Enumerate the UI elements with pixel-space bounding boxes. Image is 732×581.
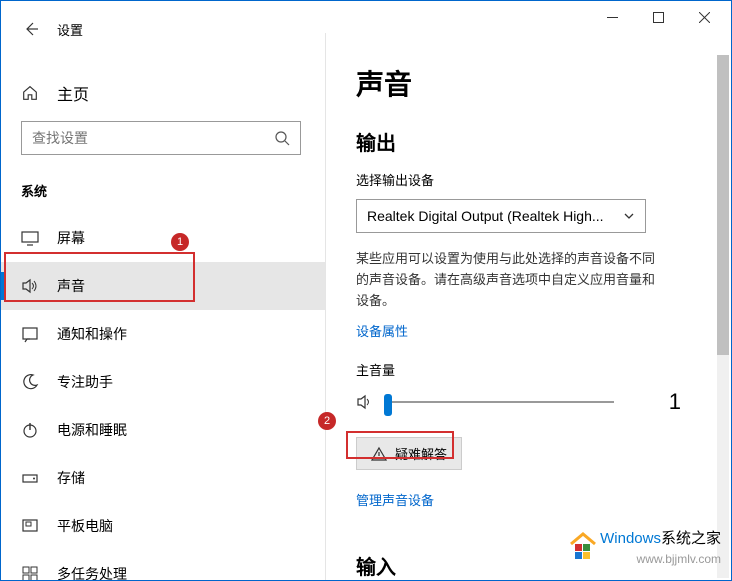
- volume-icon[interactable]: [356, 393, 374, 411]
- chevron-down-icon: [623, 210, 635, 222]
- watermark-logo-icon: [565, 526, 601, 562]
- watermark-url: www.bjjmlv.com: [637, 552, 721, 566]
- output-device-value: Realtek Digital Output (Realtek High...: [367, 208, 604, 224]
- output-description: 某些应用可以设置为使用与此处选择的声音设备不同的声音设备。请在高级声音选项中自定…: [356, 249, 656, 311]
- power-icon: [21, 421, 39, 439]
- slider-thumb[interactable]: [384, 394, 392, 416]
- sidebar-item-label: 电源和睡眠: [57, 420, 127, 440]
- search-icon: [274, 130, 290, 146]
- troubleshoot-label: 疑难解答: [395, 444, 447, 463]
- output-heading: 输出: [356, 127, 691, 156]
- focus-icon: [21, 373, 39, 391]
- minimize-icon: [607, 12, 618, 23]
- storage-icon: [21, 469, 39, 487]
- main-content: 声音 输出 选择输出设备 Realtek Digital Output (Rea…: [326, 33, 731, 580]
- sidebar-item-label: 存储: [57, 468, 85, 488]
- volume-slider[interactable]: [384, 401, 614, 403]
- watermark-brand-1: Windows: [600, 530, 661, 547]
- warning-icon: [371, 446, 387, 462]
- notifications-icon: [21, 325, 39, 343]
- watermark-brand-2: 系统之家: [661, 530, 721, 547]
- tablet-icon: [21, 517, 39, 535]
- sidebar-item-sound[interactable]: 声音: [1, 262, 325, 310]
- home-icon: [21, 84, 39, 102]
- sidebar-item-storage[interactable]: 存储: [1, 454, 325, 502]
- watermark-brand: Windows系统之家: [600, 527, 721, 548]
- sound-icon: [21, 277, 39, 295]
- minimize-button[interactable]: [589, 2, 635, 32]
- page-title: 声音: [356, 63, 691, 103]
- titlebar: [1, 1, 731, 33]
- annotation-badge-2: 2: [318, 412, 336, 430]
- window-controls: [589, 2, 727, 32]
- device-properties-link[interactable]: 设备属性: [356, 321, 408, 340]
- sidebar-item-label: 屏幕: [57, 228, 85, 248]
- search-container: [21, 121, 305, 155]
- sidebar-item-label: 平板电脑: [57, 516, 113, 536]
- nav-list: 屏幕 声音 通知和操作 专注助手 电源和睡眠: [1, 214, 325, 580]
- sidebar-item-tablet[interactable]: 平板电脑: [1, 502, 325, 550]
- volume-row: 1: [356, 389, 691, 415]
- settings-window: 设置 主页 系统: [0, 0, 732, 581]
- sidebar-item-label: 专注助手: [57, 372, 113, 392]
- home-label: 主页: [57, 81, 89, 105]
- home-link[interactable]: 主页: [1, 73, 325, 121]
- sidebar-item-label: 多任务处理: [57, 564, 127, 580]
- close-icon: [699, 12, 710, 23]
- troubleshoot-button[interactable]: 疑难解答: [356, 437, 462, 470]
- manage-devices-link[interactable]: 管理声音设备: [356, 490, 434, 509]
- output-device-dropdown[interactable]: Realtek Digital Output (Realtek High...: [356, 199, 646, 233]
- scrollbar[interactable]: [717, 55, 729, 578]
- sidebar-item-power[interactable]: 电源和睡眠: [1, 406, 325, 454]
- volume-value: 1: [669, 389, 691, 415]
- annotation-badge-1: 1: [171, 233, 189, 251]
- close-button[interactable]: [681, 2, 727, 32]
- sidebar-item-focus[interactable]: 专注助手: [1, 358, 325, 406]
- display-icon: [21, 229, 39, 247]
- search-box[interactable]: [21, 121, 301, 155]
- sidebar-item-label: 声音: [57, 276, 85, 296]
- sidebar-item-display[interactable]: 屏幕: [1, 214, 325, 262]
- sidebar-section-label: 系统: [1, 175, 325, 214]
- sidebar: 主页 系统 屏幕 声音 通知和: [1, 33, 326, 580]
- sidebar-item-notifications[interactable]: 通知和操作: [1, 310, 325, 358]
- maximize-button[interactable]: [635, 2, 681, 32]
- multitask-icon: [21, 565, 39, 580]
- choose-output-label: 选择输出设备: [356, 170, 691, 189]
- sidebar-item-label: 通知和操作: [57, 324, 127, 344]
- search-input[interactable]: [32, 130, 274, 146]
- maximize-icon: [653, 12, 664, 23]
- sidebar-item-multitask[interactable]: 多任务处理: [1, 550, 325, 580]
- body: 主页 系统 屏幕 声音 通知和: [1, 33, 731, 580]
- master-volume-label: 主音量: [356, 360, 691, 379]
- scrollbar-thumb[interactable]: [717, 55, 729, 355]
